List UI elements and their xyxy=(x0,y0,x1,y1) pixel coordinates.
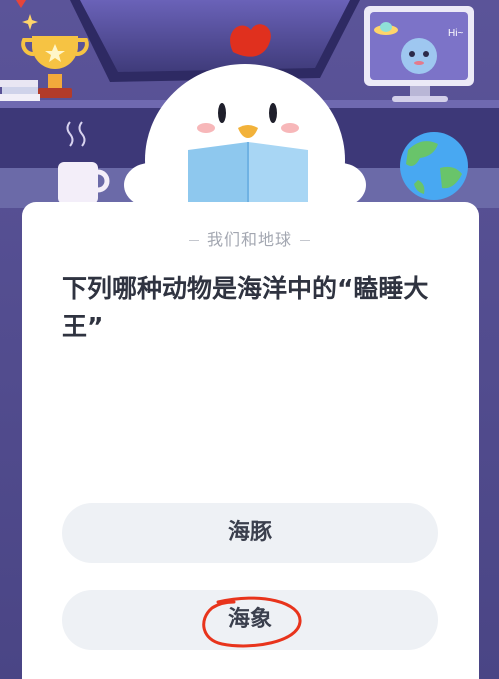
category-text: 我们和地球 xyxy=(206,230,292,249)
svg-text:Hi~: Hi~ xyxy=(448,28,463,39)
question-text: 下列哪种动物是海洋中的“瞌睡大王” xyxy=(62,274,429,341)
divider xyxy=(188,240,199,241)
category-label: 我们和地球 xyxy=(0,226,499,250)
answer-option-1[interactable]: 海豚 xyxy=(62,503,438,563)
answer-option-2[interactable]: 海象 xyxy=(62,590,438,650)
globe-icon xyxy=(400,132,468,200)
quiz-screen: Hi~ 我们和地球 下列哪种动物是海洋中的“瞌睡大王” 海豚 海象 xyxy=(0,0,499,679)
divider xyxy=(300,240,310,241)
